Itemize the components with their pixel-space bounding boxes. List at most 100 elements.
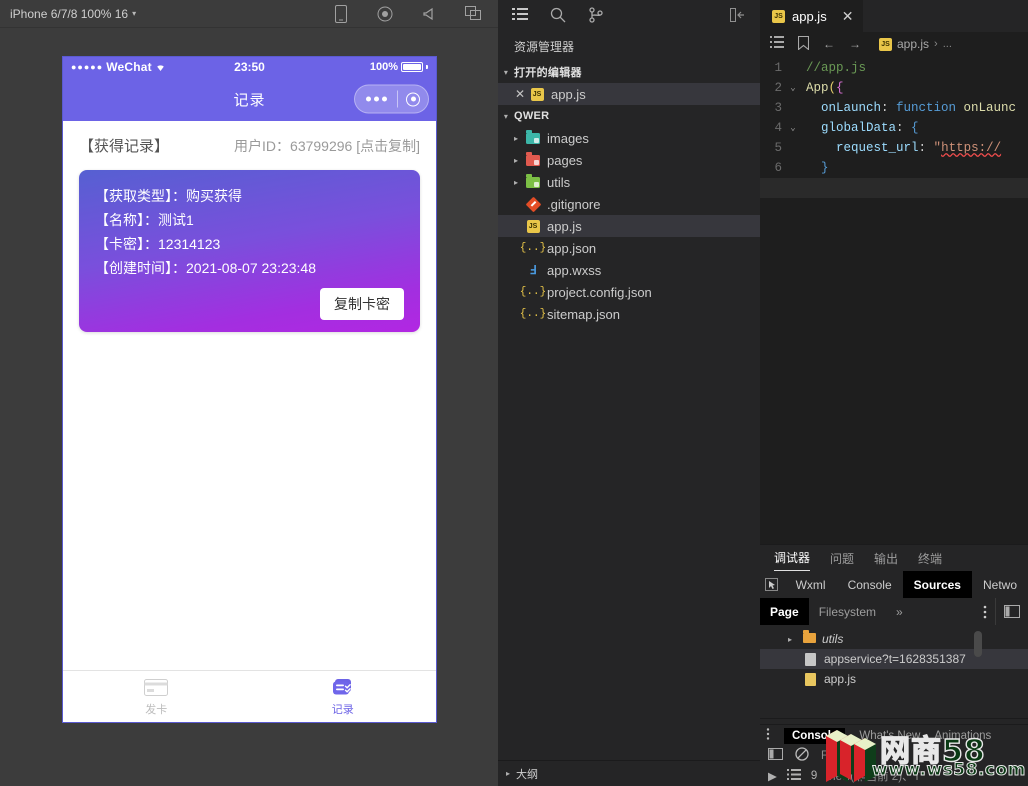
devtools-tab-console[interactable]: Console xyxy=(837,571,903,598)
fold-chevron-icon[interactable]: ⌄ xyxy=(786,118,800,138)
code-line[interactable]: 3 onLaunch: function onLaunc xyxy=(760,98,1028,118)
tab-issue-card[interactable]: 发卡 xyxy=(63,677,250,717)
sidebar-toggle-icon[interactable] xyxy=(768,747,783,765)
clear-console-icon[interactable] xyxy=(795,747,809,766)
collapse-panel-icon[interactable] xyxy=(730,8,746,22)
outline-icon[interactable] xyxy=(770,36,784,52)
console-filter-label[interactable]: Fil xyxy=(821,750,833,762)
file-app-wxss[interactable]: Ⅎ app.wxss xyxy=(498,259,760,281)
sources-tab-page[interactable]: Page xyxy=(760,598,809,625)
debugger-panel: 调试器 问题 输出 终端 Wxml Console Sources Netwo … xyxy=(760,544,1028,786)
section-project-qwer[interactable]: ▾ QWER xyxy=(498,105,760,127)
fold-chevron-icon[interactable]: ⌄ xyxy=(786,78,800,98)
folder-utils-label: utils xyxy=(547,175,570,190)
fold-gutter xyxy=(786,138,800,158)
close-miniprogram-icon[interactable] xyxy=(398,92,428,106)
source-file-app-js[interactable]: app.js xyxy=(760,669,1028,689)
panel-tab-problems[interactable]: 问题 xyxy=(830,545,854,571)
outline-section[interactable]: ▸ 大纲 xyxy=(498,760,760,786)
code-line[interactable]: 5 request_url: "https:// xyxy=(760,138,1028,158)
chevron-right-icon: ▸ xyxy=(508,156,524,165)
expand-icon[interactable]: ▶ xyxy=(768,769,777,783)
panel-tab-output[interactable]: 输出 xyxy=(874,545,898,571)
sources-file-tree: ▸ utils appservice?t=1628351387 app.js xyxy=(760,625,1028,718)
code-token: " xyxy=(934,141,942,155)
record-created-time: 【创建时间】：2021-08-07 23:23:48 xyxy=(95,256,404,280)
explorer-icon[interactable] xyxy=(512,7,528,23)
phone-nav-bar: 记录 xyxy=(63,77,436,121)
more-tools-icon[interactable] xyxy=(766,728,770,743)
editor-breadcrumb-bar: ← → JS app.js › ... xyxy=(760,32,1028,56)
volume-icon[interactable] xyxy=(420,5,438,23)
code-token: function xyxy=(896,101,956,115)
file-gitignore[interactable]: .gitignore xyxy=(498,193,760,215)
file-app-json-label: app.json xyxy=(547,241,596,256)
devtools-tab-wxml[interactable]: Wxml xyxy=(785,571,837,598)
wechat-capsule-buttons[interactable] xyxy=(354,85,429,114)
tab-records[interactable]: 记录 xyxy=(250,677,437,717)
record-icon[interactable] xyxy=(376,5,394,23)
search-icon[interactable] xyxy=(550,7,566,23)
explorer-tree: ▾ 打开的编辑器 ✕ JS app.js ▾ QWER ▸ images ▸ xyxy=(498,61,760,760)
breadcrumb-more[interactable]: ... xyxy=(943,38,952,50)
source-control-icon[interactable] xyxy=(588,7,604,23)
editor-tab-app-js[interactable]: JS app.js ✕ xyxy=(760,0,863,32)
copy-code-button[interactable]: 复制卡密 xyxy=(320,288,404,320)
folder-icon xyxy=(524,155,542,166)
code-editor[interactable]: 1//app.js2⌄App({3 onLaunch: function onL… xyxy=(760,56,1028,544)
more-menu-icon[interactable] xyxy=(355,97,397,102)
file-app-json[interactable]: {..} app.json xyxy=(498,237,760,259)
code-text: } xyxy=(800,158,829,178)
line-number: 4 xyxy=(760,118,786,138)
source-file-app-js-label: app.js xyxy=(824,672,856,686)
forward-icon[interactable]: → xyxy=(849,37,861,51)
folder-images[interactable]: ▸ images xyxy=(498,127,760,149)
json-file-icon: {..} xyxy=(524,308,542,320)
sources-tab-filesystem[interactable]: Filesystem xyxy=(809,598,886,625)
file-project-config-json[interactable]: {..} project.config.json xyxy=(498,281,760,303)
code-line[interactable]: 4⌄ globalData: { xyxy=(760,118,1028,138)
carrier-name: WeChat xyxy=(106,60,152,74)
show-navigator-icon[interactable] xyxy=(995,598,1028,625)
folder-pages[interactable]: ▸ pages xyxy=(498,149,760,171)
folder-utils[interactable]: ▸ utils xyxy=(498,171,760,193)
code-line[interactable]: 2⌄App({ xyxy=(760,78,1028,98)
fold-gutter xyxy=(786,158,800,178)
bookmark-icon[interactable] xyxy=(798,36,809,53)
code-line[interactable]: 6 } xyxy=(760,158,1028,178)
code-line[interactable]: 1//app.js xyxy=(760,58,1028,78)
device-selector[interactable]: iPhone 6/7/8 100% 16 ▾ xyxy=(10,7,136,21)
multi-window-icon[interactable] xyxy=(464,5,482,23)
user-id-copy[interactable]: 用户ID：63799296 [点击复制] xyxy=(234,136,420,156)
sources-scrollbar[interactable] xyxy=(974,631,982,657)
section-open-editors[interactable]: ▾ 打开的编辑器 xyxy=(498,61,760,83)
close-icon[interactable]: ✕ xyxy=(842,8,854,25)
levels-icon[interactable] xyxy=(787,769,801,783)
drawer-tab-console[interactable]: Console xyxy=(784,728,845,744)
simulator-tool-icons xyxy=(332,5,488,23)
panel-tab-debugger[interactable]: 调试器 xyxy=(774,545,810,571)
devtools-tab-sources[interactable]: Sources xyxy=(903,571,972,598)
element-picker-icon[interactable] xyxy=(760,571,785,598)
source-folder-utils[interactable]: ▸ utils xyxy=(760,629,1028,649)
devtools-tab-network[interactable]: Netwo xyxy=(972,571,1028,598)
file-app-js[interactable]: JS app.js xyxy=(498,215,760,237)
source-file-appservice[interactable]: appservice?t=1628351387 xyxy=(760,649,1028,669)
drawer-tab-whats-new[interactable]: What's New xyxy=(859,730,920,742)
code-token: App xyxy=(806,81,829,95)
record-name: 【名称】：测试1 xyxy=(95,208,404,232)
open-editor-app-js[interactable]: ✕ JS app.js xyxy=(498,83,760,105)
sources-tab-overflow[interactable]: » xyxy=(886,598,913,625)
drawer-tab-animations[interactable]: Animations xyxy=(934,730,991,742)
panel-tab-terminal[interactable]: 终端 xyxy=(918,545,942,571)
breadcrumb-file[interactable]: app.js xyxy=(897,37,929,51)
file-sitemap-json[interactable]: {..} sitemap.json xyxy=(498,303,760,325)
back-icon[interactable]: ← xyxy=(823,37,835,51)
more-options-icon[interactable] xyxy=(975,598,995,625)
activity-bar xyxy=(498,0,760,30)
close-icon[interactable]: ✕ xyxy=(512,87,528,101)
outline-label: 大纲 xyxy=(516,766,538,782)
phone-status-bar: ●●●●● WeChat 23:50 100% xyxy=(63,57,436,77)
phone-rotate-icon[interactable] xyxy=(332,5,350,23)
section-project-label: QWER xyxy=(514,110,549,122)
